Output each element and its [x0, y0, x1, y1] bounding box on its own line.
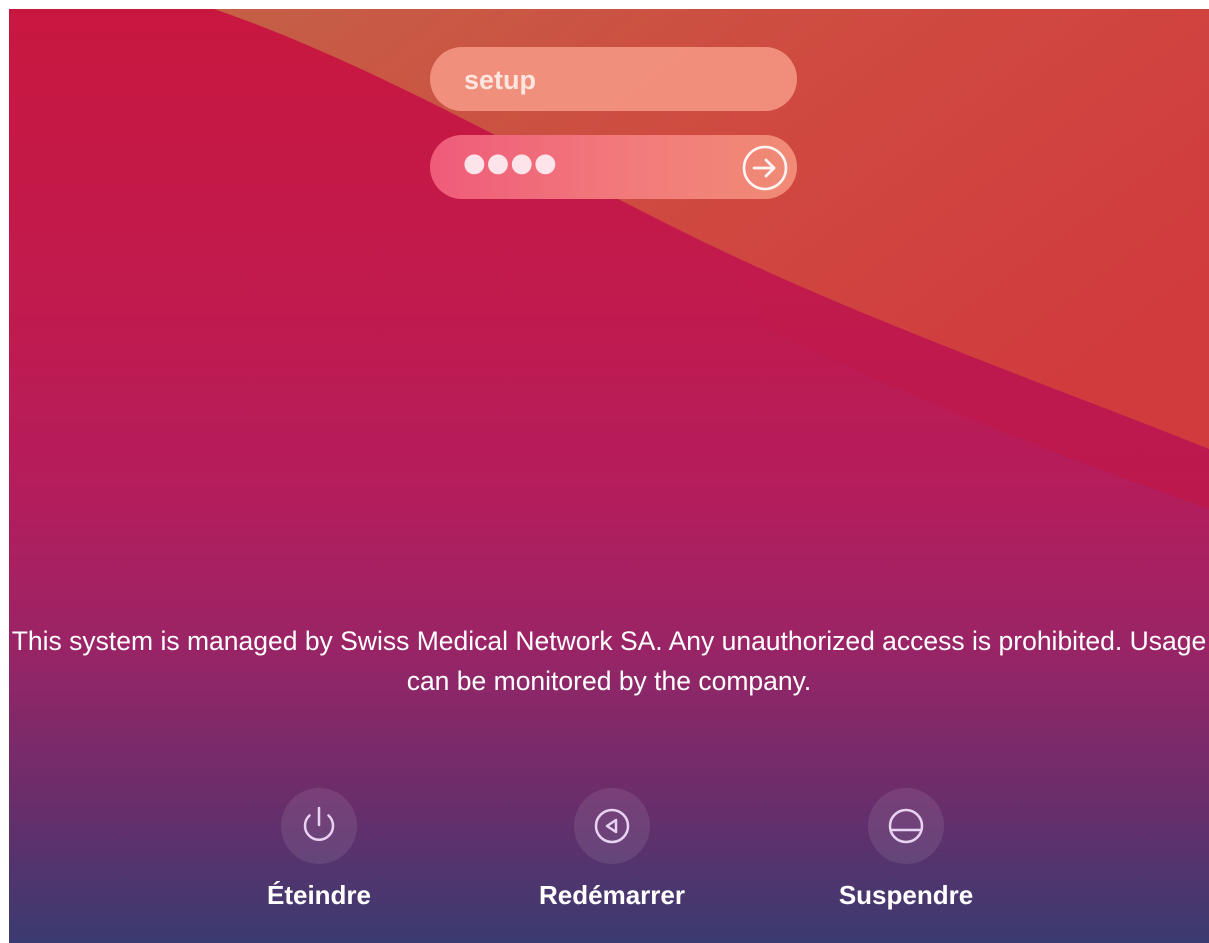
- sleep-button[interactable]: Suspendre: [806, 788, 1006, 911]
- restart-icon: [594, 808, 630, 844]
- login-screen: setup ●●●● This system is managed by Swi…: [9, 9, 1209, 943]
- submit-arrow-icon[interactable]: [741, 144, 789, 192]
- username-field[interactable]: setup: [430, 47, 797, 111]
- restart-icon-circle[interactable]: [574, 788, 650, 864]
- username-value: setup: [464, 65, 537, 95]
- restart-button[interactable]: Redémarrer: [512, 788, 712, 911]
- sleep-label: Suspendre: [838, 880, 974, 910]
- password-field[interactable]: ●●●●: [430, 135, 797, 199]
- shutdown-button[interactable]: Éteindre: [219, 788, 419, 911]
- restart-label: Redémarrer: [539, 880, 685, 910]
- shutdown-icon-circle[interactable]: [281, 788, 357, 864]
- sleep-icon-circle[interactable]: [868, 788, 944, 864]
- login-notice: This system is managed by Swiss Medical …: [11, 626, 1207, 696]
- power-icon: [303, 806, 335, 842]
- password-mask: ●●●●: [463, 148, 558, 178]
- shutdown-label: Éteindre: [266, 880, 372, 910]
- sleep-icon: [888, 808, 924, 844]
